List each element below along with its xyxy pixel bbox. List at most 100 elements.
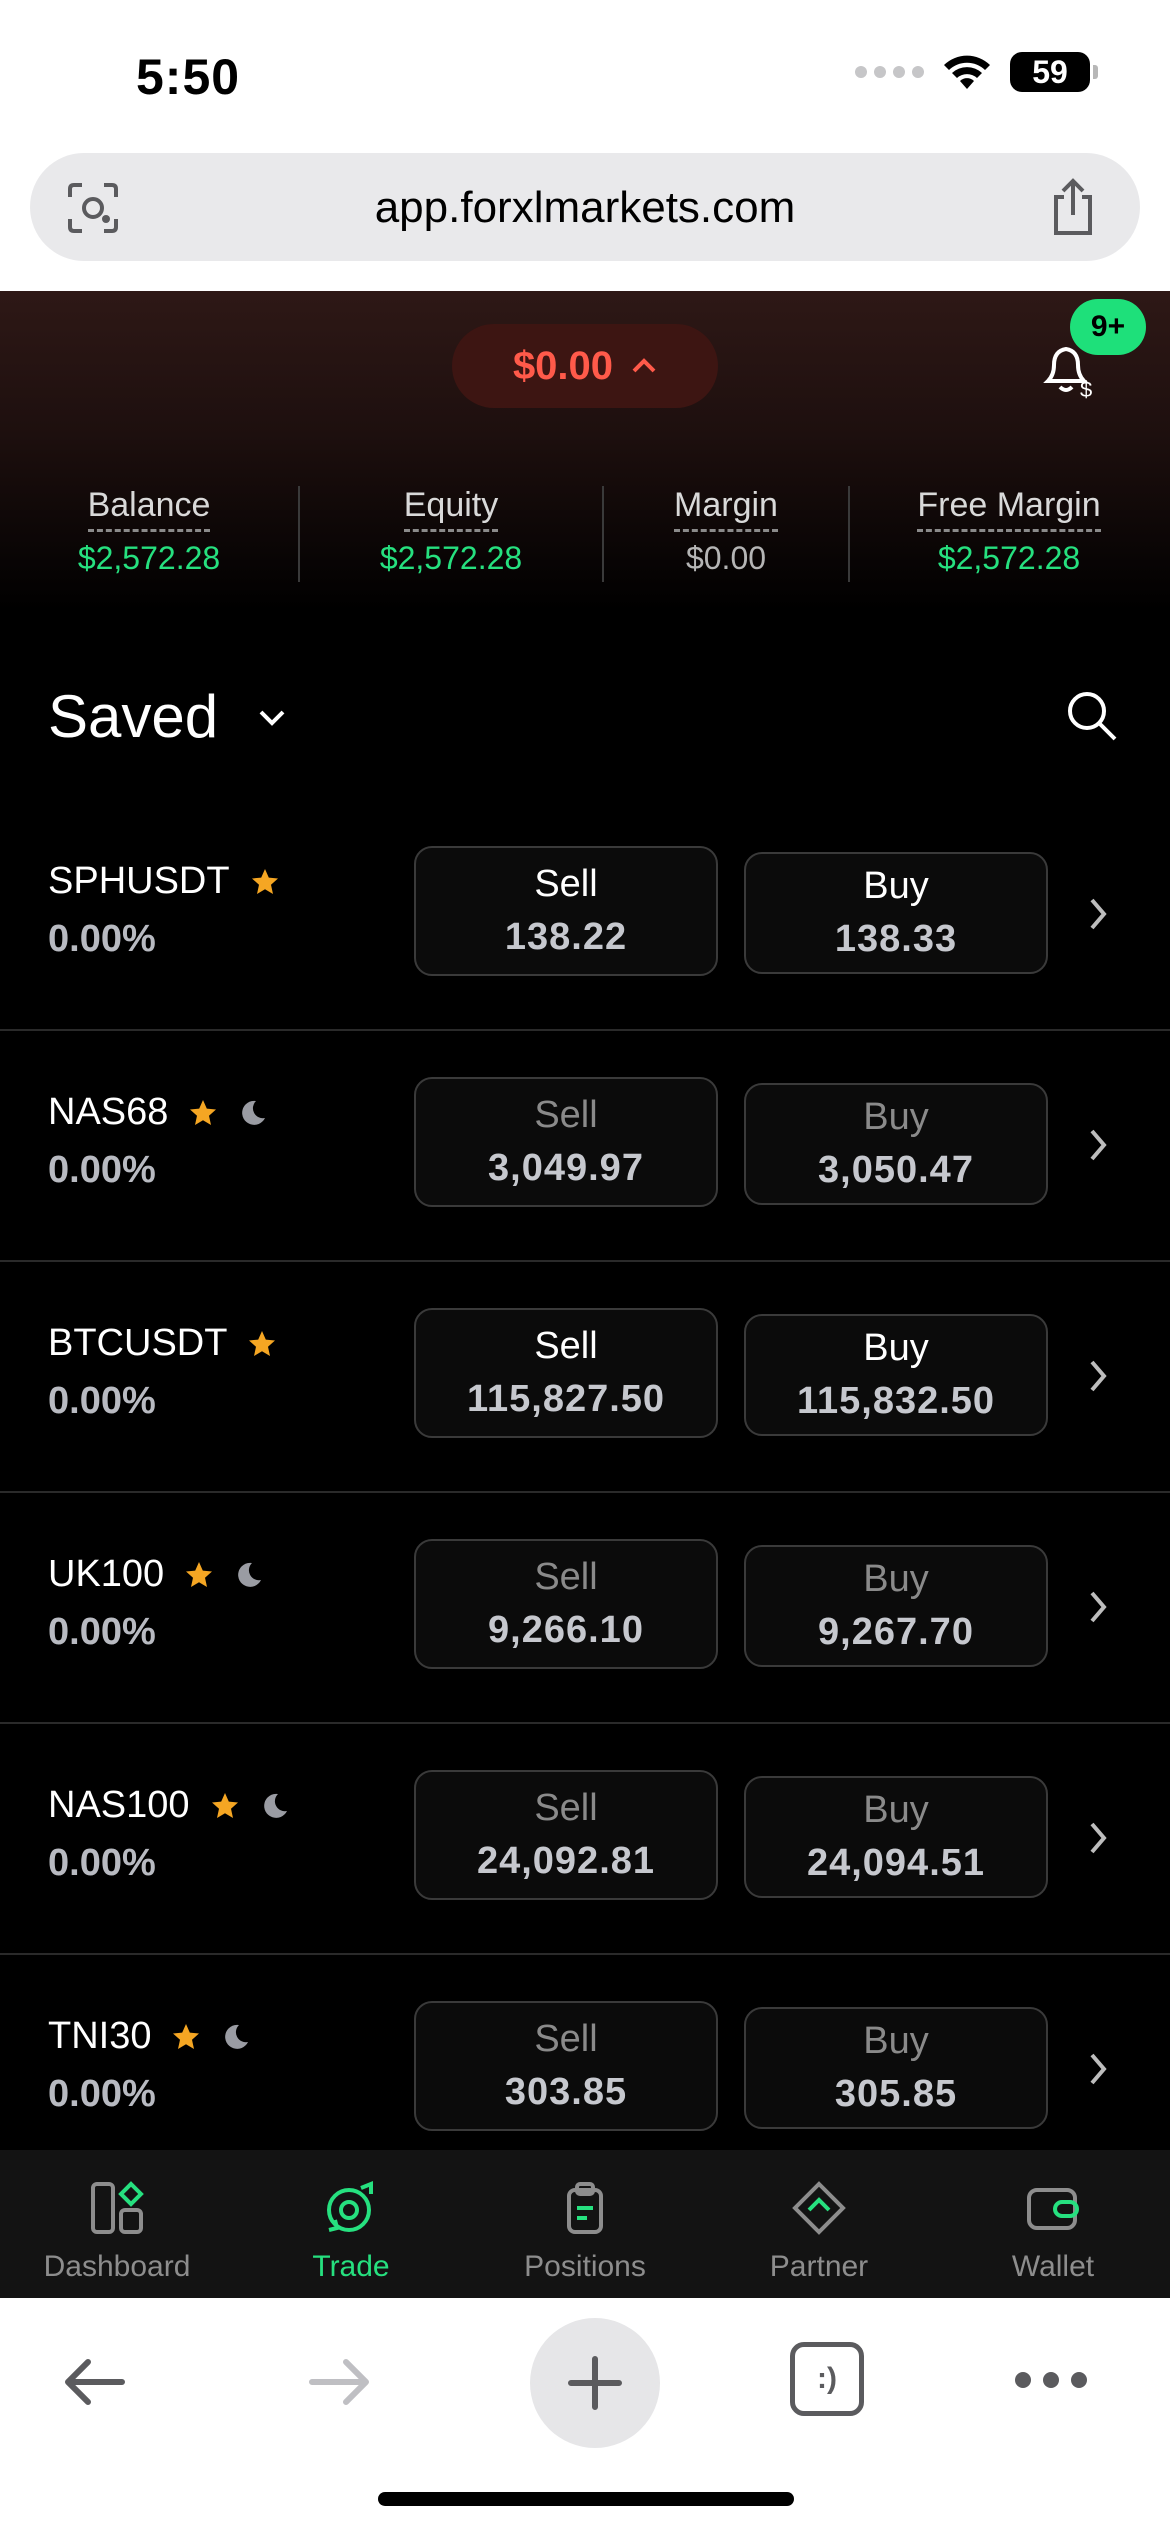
trade-icon — [327, 2181, 373, 2232]
stat-value: $0.00 — [685, 540, 767, 576]
instrument-row[interactable]: SPHUSDT 0.00% Sell 138.22 Buy 138.33 — [0, 800, 1170, 1031]
buy-button[interactable]: Buy 3,050.47 — [744, 1083, 1048, 1205]
nav-trade[interactable]: Trade — [234, 2150, 468, 2298]
buy-label: Buy — [863, 2020, 929, 2062]
nav-label: Positions — [524, 2250, 646, 2283]
svg-text:$: $ — [1080, 377, 1092, 399]
symbol-group: NAS100 — [48, 1784, 290, 1827]
sell-price: 24,092.81 — [476, 1840, 656, 1882]
nav-label: Wallet — [1011, 2250, 1095, 2283]
moon-icon — [238, 1562, 262, 1587]
change-percent: 0.00% — [48, 918, 156, 960]
browser-top-chrome: 5:50 59 app.forxlmarkets.com — [0, 0, 1170, 291]
new-tab-button[interactable] — [530, 2318, 660, 2448]
stat-value: $2,572.28 — [937, 540, 1081, 576]
share-icon[interactable] — [1046, 177, 1100, 237]
symbol-name: TNI30 — [48, 2015, 152, 2057]
buy-button[interactable]: Buy 115,832.50 — [744, 1314, 1048, 1436]
pnl-summary-button[interactable]: $0.00 — [452, 324, 718, 408]
stat-value: $2,572.28 — [379, 540, 523, 576]
buy-price: 9,267.70 — [818, 1611, 974, 1653]
star-icon[interactable] — [188, 1098, 218, 1128]
buy-button[interactable]: Buy 138.33 — [744, 852, 1048, 974]
stat-equity: Equity $2,572.28 — [300, 486, 602, 582]
buy-price: 3,050.47 — [818, 1149, 974, 1191]
buy-price: 24,094.51 — [806, 1842, 986, 1884]
instrument-row[interactable]: NAS68 0.00% Sell 3,049.97 Buy 3,050.47 — [0, 1031, 1170, 1262]
more-icon[interactable] — [1015, 2372, 1087, 2388]
sell-button[interactable]: Sell 115,827.50 — [414, 1308, 718, 1438]
wallet-icon — [1027, 2188, 1079, 2230]
buy-button[interactable]: Buy 24,094.51 — [744, 1776, 1048, 1898]
symbol-name: NAS100 — [48, 1784, 190, 1826]
url-text: app.forxlmarkets.com — [374, 183, 796, 232]
positions-icon — [567, 2182, 603, 2234]
cellular-icon — [855, 66, 924, 78]
buy-price: 305.85 — [834, 2073, 958, 2115]
symbol-group: NAS68 — [48, 1091, 268, 1134]
watchlist-title[interactable]: Saved — [48, 682, 218, 751]
star-icon[interactable] — [184, 1560, 214, 1590]
star-icon[interactable] — [171, 2022, 201, 2052]
wifi-icon — [944, 55, 990, 89]
chevron-down-icon[interactable] — [255, 700, 289, 734]
nav-label: Trade — [312, 2250, 390, 2283]
symbol-group: SPHUSDT — [48, 860, 280, 903]
symbol-name: BTCUSDT — [48, 1322, 228, 1364]
forward-arrow-icon[interactable] — [304, 2346, 376, 2418]
nav-positions[interactable]: Positions — [468, 2150, 702, 2298]
star-icon[interactable] — [210, 1791, 240, 1821]
buy-label: Buy — [863, 1096, 929, 1138]
sell-button[interactable]: Sell 9,266.10 — [414, 1539, 718, 1669]
instrument-row[interactable]: BTCUSDT 0.00% Sell 115,827.50 Buy 115,83… — [0, 1262, 1170, 1493]
buy-price: 138.33 — [834, 918, 958, 960]
nav-partner[interactable]: Partner — [702, 2150, 936, 2298]
buy-label: Buy — [863, 1327, 929, 1369]
sell-label: Sell — [534, 1325, 598, 1367]
star-icon[interactable] — [247, 1329, 277, 1359]
buy-button[interactable]: Buy 9,267.70 — [744, 1545, 1048, 1667]
sell-price: 9,266.10 — [488, 1609, 644, 1651]
change-percent: 0.00% — [48, 1611, 156, 1653]
sell-price: 303.85 — [504, 2071, 628, 2113]
symbol-group: TNI30 — [48, 2015, 251, 2058]
chevron-right-icon[interactable] — [1086, 1818, 1110, 1858]
chevron-right-icon[interactable] — [1086, 894, 1110, 934]
nav-wallet[interactable]: Wallet — [936, 2150, 1170, 2298]
stat-label: Margin — [674, 486, 778, 532]
stat-margin: Margin $0.00 — [604, 486, 848, 582]
sell-button[interactable]: Sell 303.85 — [414, 2001, 718, 2131]
bottom-nav: Dashboard Trade Positions Partner Wallet — [0, 2150, 1170, 2298]
moon-icon — [225, 2024, 249, 2049]
sell-button[interactable]: Sell 138.22 — [414, 846, 718, 976]
star-icon[interactable] — [250, 867, 280, 897]
stat-balance: Balance $2,572.28 — [0, 486, 298, 582]
sell-label: Sell — [534, 1787, 598, 1829]
pnl-value: $0.00 — [512, 343, 614, 388]
tabs-button[interactable]: :) — [790, 2342, 864, 2416]
change-percent: 0.00% — [48, 1380, 156, 1422]
account-header: $0.00 $ 9+ Balance $2,572.28 Equity $2,5… — [0, 291, 1170, 611]
symbol-group: BTCUSDT — [48, 1322, 277, 1365]
symbol-name: SPHUSDT — [48, 860, 230, 902]
search-icon[interactable] — [1063, 687, 1119, 743]
buy-button[interactable]: Buy 305.85 — [744, 2007, 1048, 2129]
home-indicator — [378, 2492, 794, 2506]
instrument-row[interactable]: UK100 0.00% Sell 9,266.10 Buy 9,267.70 — [0, 1493, 1170, 1724]
nav-label: Dashboard — [43, 2250, 191, 2283]
chevron-right-icon[interactable] — [1086, 2049, 1110, 2089]
chevron-right-icon[interactable] — [1086, 1356, 1110, 1396]
stat-free-margin: Free Margin $2,572.28 — [850, 486, 1168, 582]
address-bar[interactable]: app.forxlmarkets.com — [30, 153, 1140, 261]
sell-button[interactable]: Sell 24,092.81 — [414, 1770, 718, 1900]
sell-price: 115,827.50 — [466, 1378, 666, 1420]
sell-button[interactable]: Sell 3,049.97 — [414, 1077, 718, 1207]
nav-dashboard[interactable]: Dashboard — [0, 2150, 234, 2298]
chevron-right-icon[interactable] — [1086, 1125, 1110, 1165]
instrument-row[interactable]: NAS100 0.00% Sell 24,092.81 Buy 24,094.5… — [0, 1724, 1170, 1955]
buy-label: Buy — [863, 1558, 929, 1600]
back-arrow-icon[interactable] — [58, 2346, 130, 2418]
battery-icon: 59 — [1010, 52, 1098, 92]
chevron-right-icon[interactable] — [1086, 1587, 1110, 1627]
notification-badge: 9+ — [1070, 299, 1146, 355]
